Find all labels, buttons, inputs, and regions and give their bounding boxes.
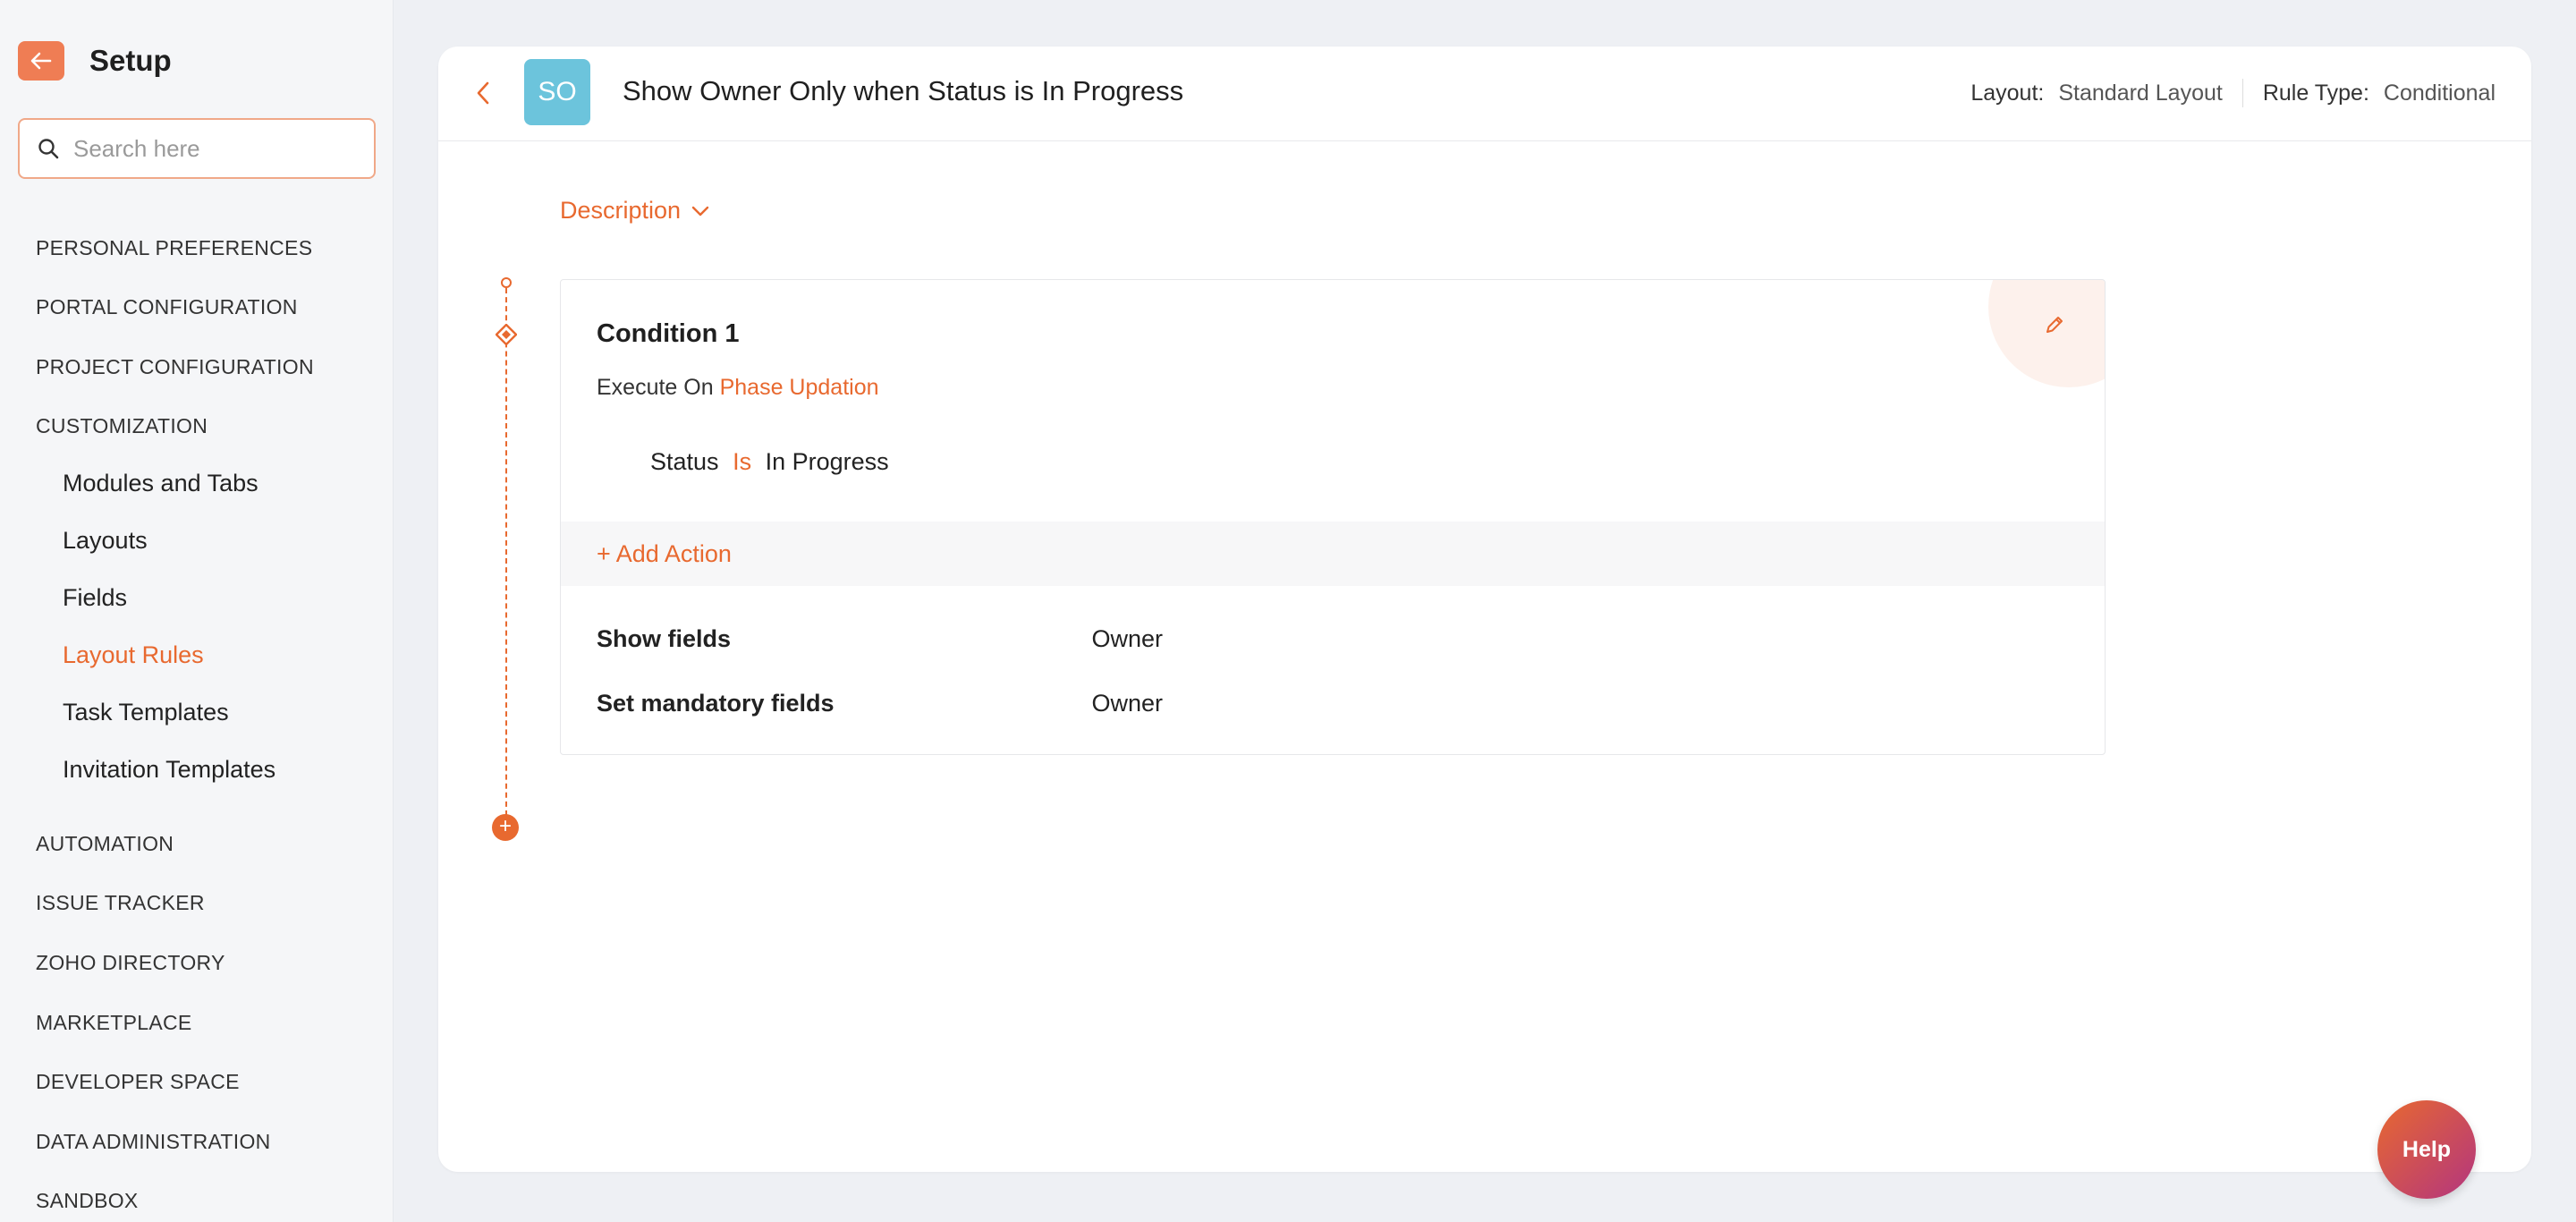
nav-zoho-directory[interactable]: ZOHO DIRECTORY <box>36 951 225 975</box>
arrow-left-icon <box>30 52 52 70</box>
nav-sandbox[interactable]: SANDBOX <box>36 1189 139 1213</box>
nav-modules-and-tabs[interactable]: Modules and Tabs <box>63 470 258 497</box>
timeline-start-dot <box>501 277 512 288</box>
nav-task-templates[interactable]: Task Templates <box>63 699 229 726</box>
rule-type-value: Conditional <box>2383 80 2496 106</box>
criteria-operator: Is <box>733 448 752 475</box>
nav-project-configuration[interactable]: PROJECT CONFIGURATION <box>36 355 314 379</box>
rule-type-label: Rule Type: <box>2262 80 2369 106</box>
timeline-line <box>505 288 507 825</box>
layout-value: Standard Layout <box>2058 80 2223 106</box>
layout-label: Layout: <box>1970 80 2045 106</box>
rule-back-button[interactable] <box>476 81 490 110</box>
meta-divider <box>2241 79 2243 107</box>
execute-on-label: Execute On <box>597 375 714 400</box>
search-icon <box>38 139 59 159</box>
rule-detail-panel: SO Show Owner Only when Status is In Pro… <box>438 47 2531 1172</box>
condition-card: Condition 1 Execute On Phase Updation St… <box>560 279 2106 755</box>
criteria-field: Status <box>650 448 719 475</box>
nav-personal-preferences[interactable]: PERSONAL PREFERENCES <box>36 236 312 260</box>
nav-developer-space[interactable]: DEVELOPER SPACE <box>36 1070 240 1094</box>
rule-avatar: SO <box>524 59 590 125</box>
sidebar-title: Setup <box>89 44 172 77</box>
execute-on: Execute On Phase Updation <box>597 375 879 401</box>
chevron-left-icon <box>477 81 489 105</box>
criteria-value: In Progress <box>765 448 889 475</box>
back-button[interactable] <box>18 41 64 81</box>
add-condition-button[interactable]: + <box>492 814 519 841</box>
description-label: Description <box>560 197 682 224</box>
search-input[interactable] <box>73 134 360 163</box>
rule-header: SO Show Owner Only when Status is In Pro… <box>438 47 2531 141</box>
setup-sidebar: Setup PERSONAL PREFERENCES PORTAL CONFIG… <box>0 0 394 1222</box>
chevron-down-icon <box>691 206 709 216</box>
nav-layout-rules[interactable]: Layout Rules <box>63 641 204 669</box>
nav-data-administration[interactable]: DATA ADMINISTRATION <box>36 1130 271 1154</box>
rule-meta: Layout: Standard Layout Rule Type: Condi… <box>1970 79 2496 107</box>
edit-condition-button[interactable] <box>2044 314 2065 340</box>
rule-title: Show Owner Only when Status is In Progre… <box>623 75 1184 106</box>
action-label: Show fields <box>597 625 732 652</box>
nav-fields[interactable]: Fields <box>63 584 127 612</box>
action-row: Set mandatory fields Owner <box>597 690 1163 717</box>
description-toggle[interactable]: Description <box>560 197 709 225</box>
action-row: Show fields Owner <box>597 625 1163 653</box>
sidebar-header: Setup <box>18 41 172 81</box>
nav-layouts[interactable]: Layouts <box>63 527 148 555</box>
add-action-label: + Add Action <box>597 539 732 567</box>
execute-on-value: Phase Updation <box>719 375 879 400</box>
nav-marketplace[interactable]: MARKETPLACE <box>36 1011 192 1035</box>
nav-automation[interactable]: AUTOMATION <box>36 832 174 856</box>
search-box[interactable] <box>18 118 376 179</box>
action-label: Set mandatory fields <box>597 690 835 717</box>
timeline-diamond-icon <box>495 323 518 350</box>
action-value: Owner <box>1091 625 1164 652</box>
nav-invitation-templates[interactable]: Invitation Templates <box>63 756 275 784</box>
condition-title: Condition 1 <box>597 319 740 348</box>
nav-portal-configuration[interactable]: PORTAL CONFIGURATION <box>36 295 298 319</box>
nav-issue-tracker[interactable]: ISSUE TRACKER <box>36 891 205 915</box>
add-action-button[interactable]: + Add Action <box>561 522 2105 586</box>
condition-criteria: Status Is In Progress <box>650 448 889 476</box>
help-button[interactable]: Help <box>2377 1100 2476 1199</box>
nav-customization[interactable]: CUSTOMIZATION <box>36 414 208 438</box>
pencil-icon <box>2046 317 2063 333</box>
action-value: Owner <box>1091 690 1164 717</box>
